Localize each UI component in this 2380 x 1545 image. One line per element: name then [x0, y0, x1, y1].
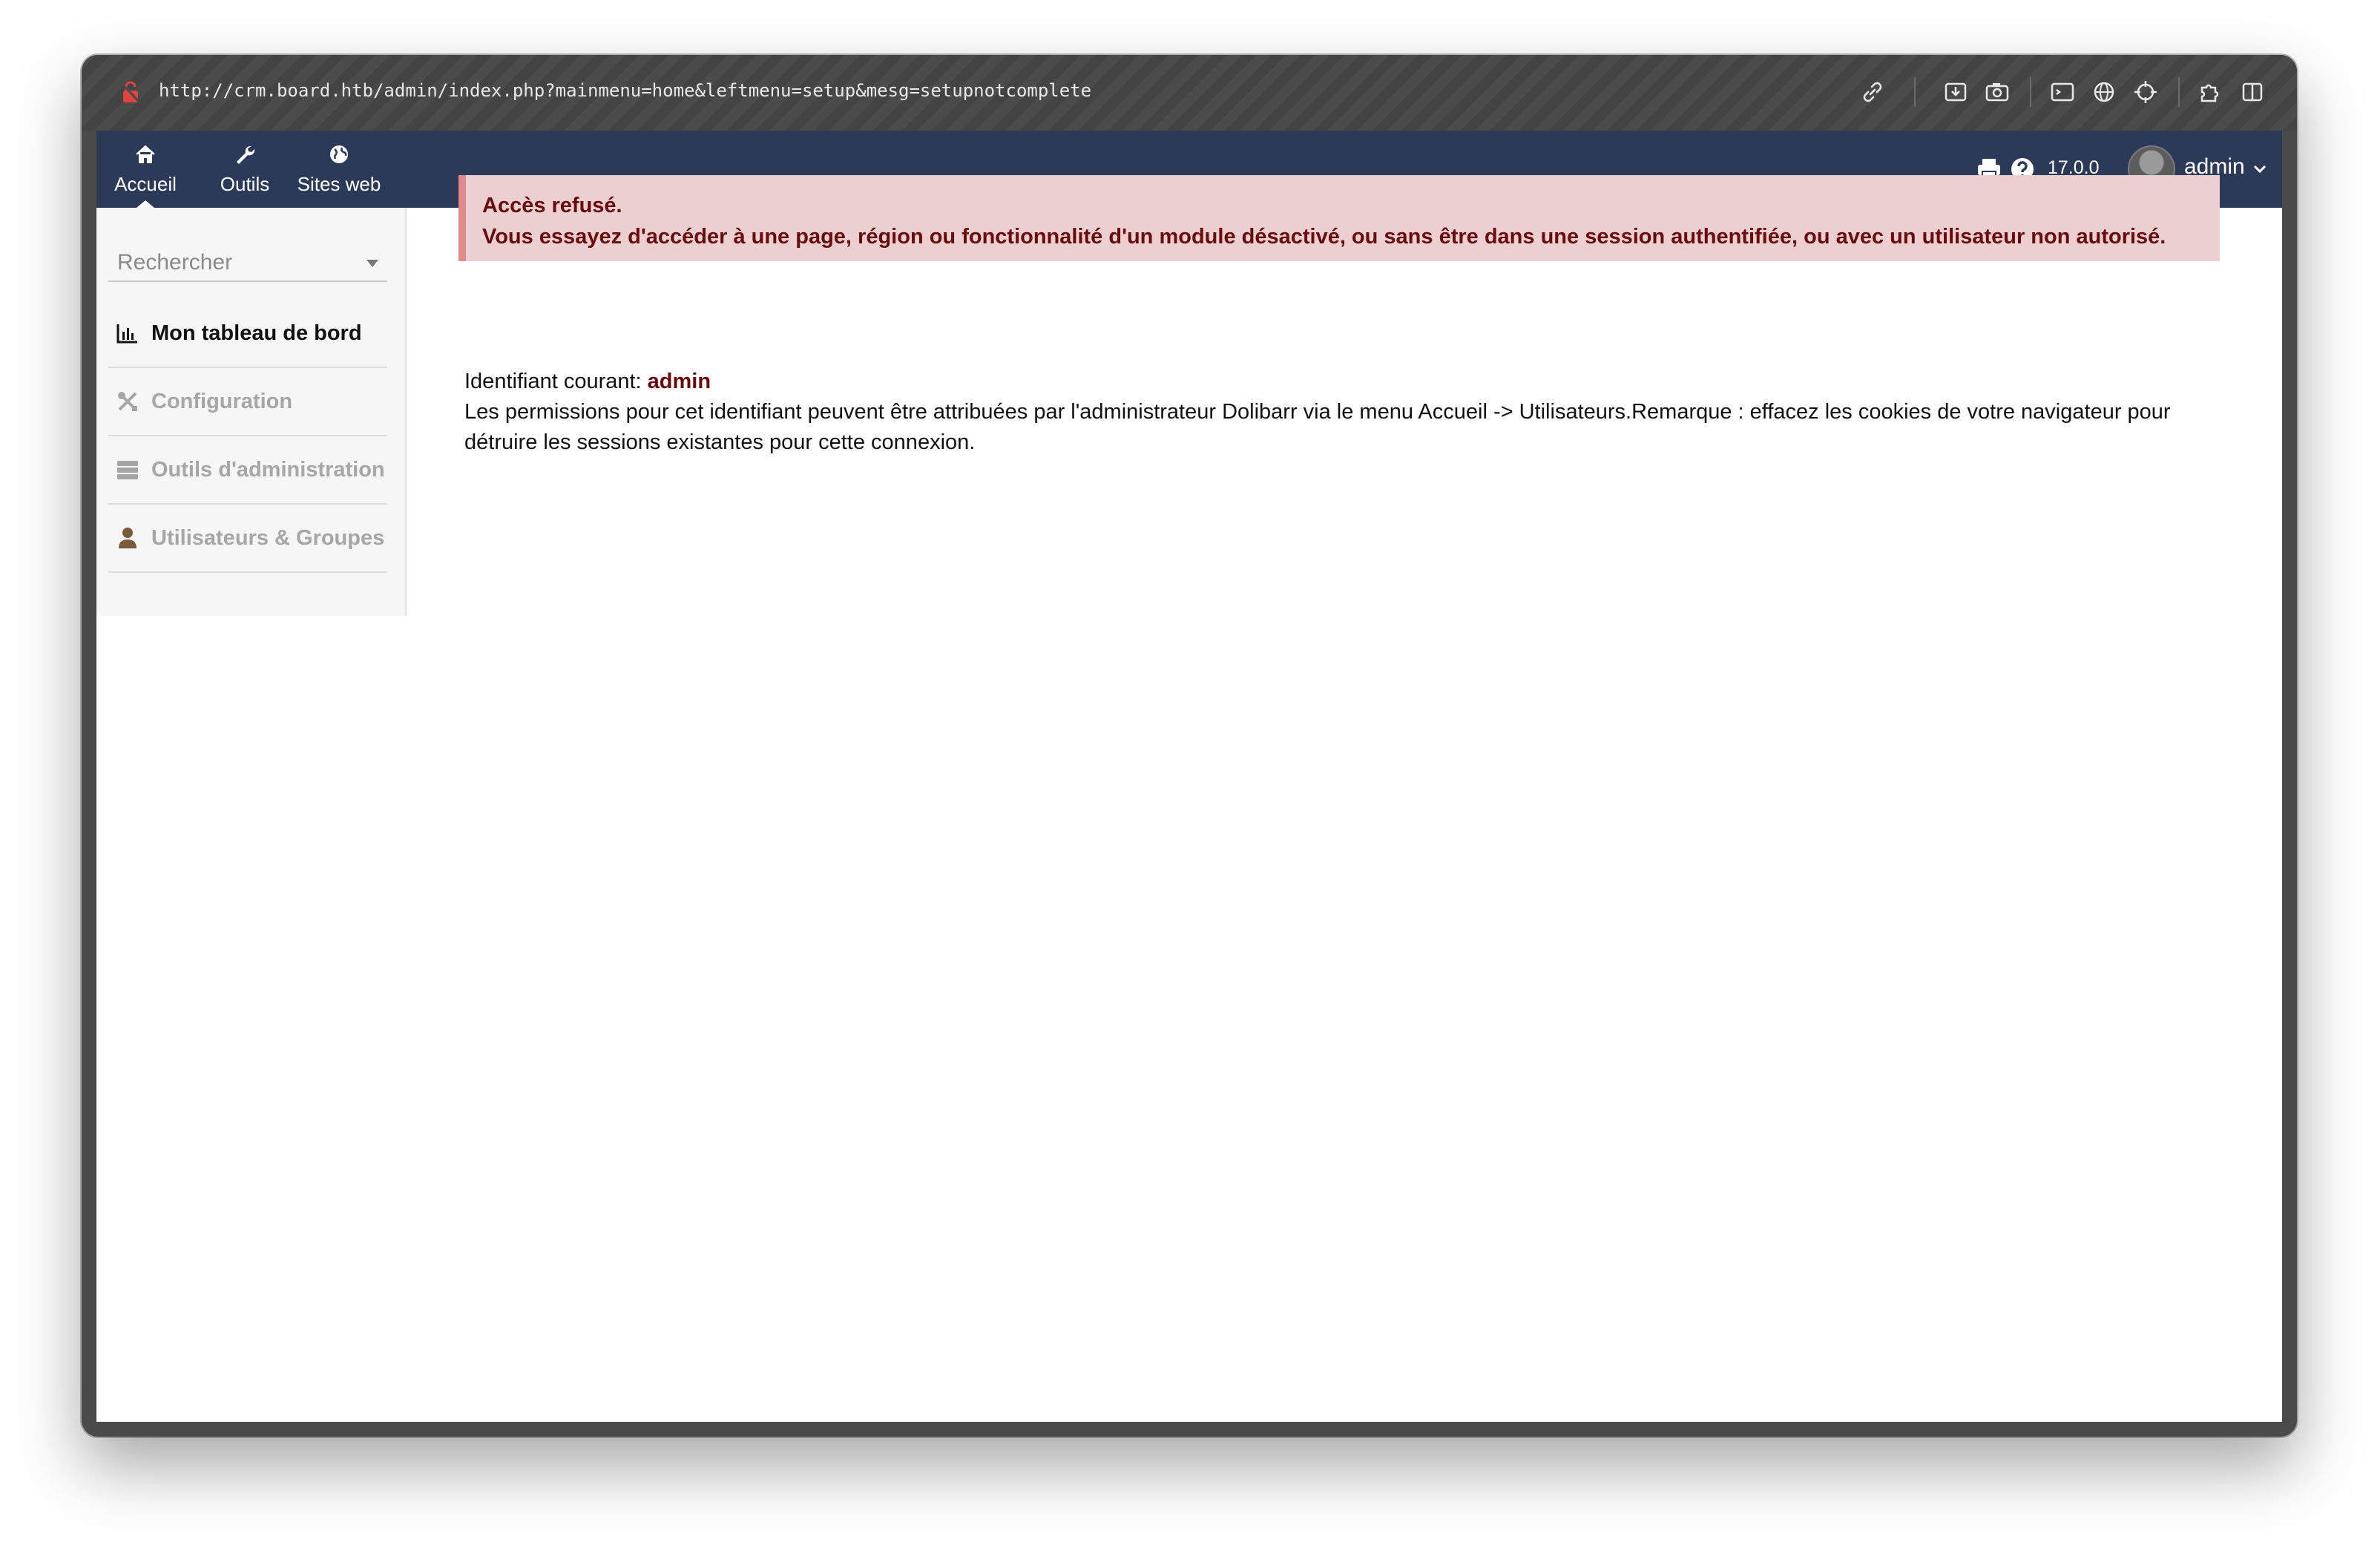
crosshair-icon[interactable]	[2132, 79, 2159, 105]
sidebar-item-label: Mon tableau de bord	[151, 321, 362, 345]
user-icon	[119, 528, 137, 548]
sidebar-item-label: Utilisateurs & Groupes	[151, 525, 385, 550]
download-icon[interactable]	[1942, 79, 1969, 105]
nav-label: Outils	[220, 172, 270, 195]
toolbar-separator	[1914, 77, 1916, 107]
login-label: Identifiant courant:	[464, 370, 642, 393]
nav-label: Accueil	[114, 172, 177, 195]
alert-title: Accès refusé.	[482, 194, 622, 217]
link-icon[interactable]	[1859, 79, 1886, 105]
extensions-icon[interactable]	[2197, 79, 2224, 105]
terminal-icon[interactable]	[2049, 79, 2076, 105]
nav-sites-web[interactable]: Sites web	[294, 131, 384, 208]
camera-icon[interactable]	[1984, 79, 2011, 105]
chart-icon	[116, 324, 137, 344]
sidebar-item-admin-tools[interactable]: Outils d'administration	[108, 436, 387, 505]
dropdown-caret-icon	[366, 260, 378, 267]
login-info: Identifiant courant: admin Les permissio…	[464, 367, 2223, 458]
search-select[interactable]: Rechercher	[108, 243, 387, 282]
insecure-lock-icon	[119, 81, 142, 105]
wrench-icon	[237, 145, 255, 164]
search-placeholder: Rechercher	[117, 250, 233, 275]
browser-window: http://crm.board.htb/admin/index.php?mai…	[82, 55, 2297, 1437]
sidebar-item-label: Outils d'administration	[151, 457, 385, 482]
toolbar-separator	[2178, 77, 2180, 107]
nav-accueil[interactable]: Accueil	[113, 131, 178, 208]
sidebar-item-dashboard[interactable]: Mon tableau de bord	[108, 300, 387, 368]
globe-icon[interactable]	[2091, 79, 2117, 105]
address-bar[interactable]: http://crm.board.htb/admin/index.php?mai…	[159, 80, 1091, 101]
current-login-line: Identifiant courant: admin	[464, 367, 2223, 397]
home-icon	[136, 145, 155, 163]
sidebar-item-users-groups[interactable]: Utilisateurs & Groupes	[108, 505, 387, 573]
left-sidebar: Rechercher Mon tableau de bord Configura…	[96, 208, 407, 616]
globe-icon	[330, 145, 348, 163]
server-icon	[117, 461, 138, 479]
access-denied-alert: Accès refusé. Vous essayez d'accéder à u…	[458, 175, 2220, 261]
nav-label: Sites web	[297, 172, 381, 195]
sidebar-item-configuration[interactable]: Configuration	[108, 368, 387, 436]
tools-icon	[118, 392, 137, 411]
login-value: admin	[647, 370, 711, 393]
nav-outils[interactable]: Outils	[217, 131, 273, 208]
toolbar-separator	[2030, 77, 2031, 107]
permissions-text: Les permissions pour cet identifiant peu…	[464, 400, 2171, 454]
sidebar-icon[interactable]	[2239, 79, 2266, 105]
chevron-down-icon[interactable]	[2252, 162, 2267, 177]
browser-toolbar: http://crm.board.htb/admin/index.php?mai…	[82, 55, 2297, 131]
alert-message: Vous essayez d'accéder à une page, régio…	[482, 225, 2166, 249]
page-content: Accueil Outils Sites web 17.0.0 admin Re…	[96, 131, 2282, 1422]
sidebar-item-label: Configuration	[151, 389, 293, 413]
